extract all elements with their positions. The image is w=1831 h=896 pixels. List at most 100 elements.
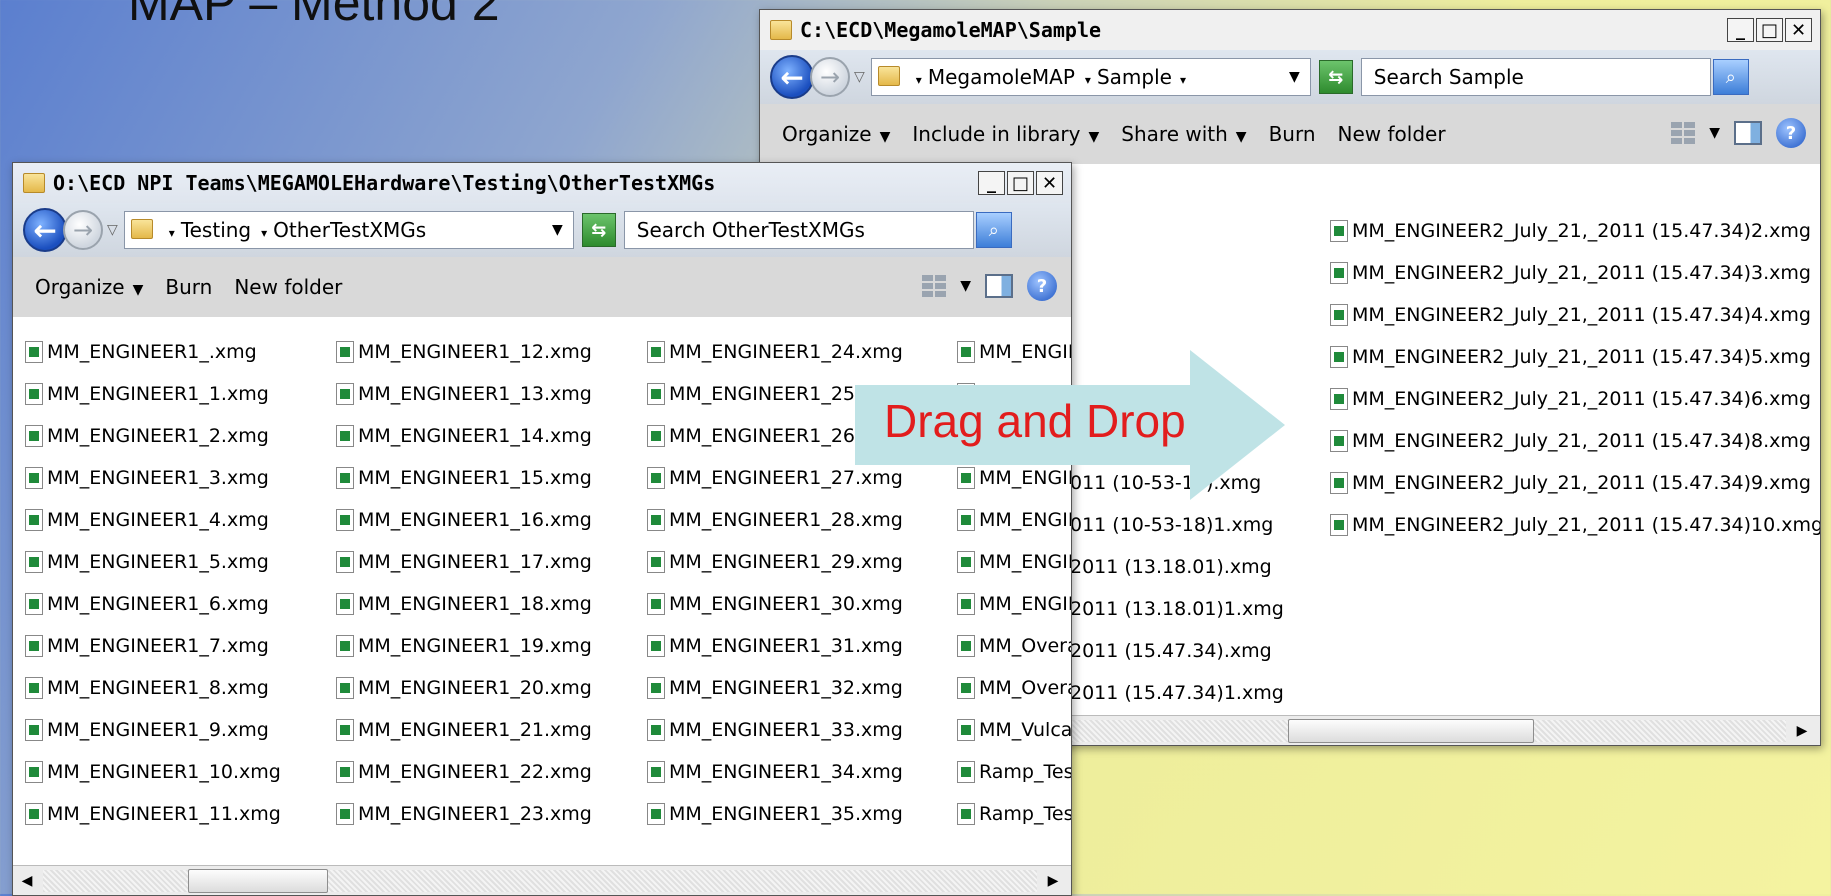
breadcrumb-item[interactable]: ▾ MegamoleMAP (916, 65, 1075, 89)
preview-pane-icon[interactable] (1734, 121, 1762, 145)
file-item[interactable]: MM_ENGINEER1_9.xmg (25, 715, 269, 745)
file-item[interactable]: MM_ENGINEER2_July_21,_2011 (15.47.34)8.x… (1330, 426, 1811, 456)
maximize-button[interactable]: □ (1007, 171, 1034, 195)
chevron-down-icon[interactable]: ▼ (552, 222, 563, 238)
chevron-down-icon[interactable]: ▼ (1289, 69, 1300, 85)
scroll-right-arrow-icon[interactable]: ▶ (1039, 867, 1067, 895)
file-item[interactable]: MM_ENGINEER1_23.xmg (336, 799, 592, 829)
file-item[interactable]: MM_ENGINEER1_40.xmg (957, 505, 1071, 535)
file-item[interactable]: MM_ENGINEER1_12.xmg (336, 337, 592, 367)
file-item[interactable]: MM_ENGINEER1_8.xmg (25, 673, 269, 703)
explorer-window-othertestxmgs[interactable]: O:\ECD NPI Teams\MEGAMOLEHardware\Testin… (12, 162, 1072, 896)
recent-pages-chevron-icon[interactable]: ▽ (854, 69, 865, 85)
file-item[interactable]: MM_ENGINEER1_10.xmg (25, 757, 281, 787)
scrollbar-thumb[interactable] (1288, 719, 1534, 743)
file-item[interactable]: MM_ENGINEER1_42.xmg (957, 589, 1071, 619)
file-item[interactable]: MM_ENGINEER1_7.xmg (25, 631, 269, 661)
address-bar[interactable]: ▾ Testing ▾ OtherTestXMGs ▼ (123, 211, 574, 249)
file-item[interactable]: MM_ENGINEER2_July_21,_2011 (15.47.34)4.x… (1330, 300, 1811, 330)
organize-menu[interactable]: Organize ▼ (35, 275, 143, 299)
file-item[interactable]: MM_ENGINEER1_20.xmg (336, 673, 592, 703)
file-item[interactable]: MM_ENGINEER1_4.xmg (25, 505, 269, 535)
refresh-icon[interactable]: ⇆ (581, 213, 616, 247)
share-with-menu[interactable]: Share with ▼ (1121, 122, 1246, 146)
file-item[interactable]: MM_Overall2.xmg (957, 673, 1071, 703)
file-item[interactable]: MM_ENGINEER1_1.xmg (25, 379, 269, 409)
file-item[interactable]: MM_ENGINEER1_17.xmg (336, 547, 592, 577)
chevron-down-icon[interactable]: ▼ (960, 278, 971, 294)
file-item[interactable]: MM_ENGINEER2_July_21,_2011 (15.47.34)3.x… (1330, 258, 1811, 288)
file-item[interactable]: Ramp_Test2.xmg (957, 799, 1071, 829)
burn-button[interactable]: Burn (165, 275, 212, 299)
search-input[interactable]: Search Sample (1360, 58, 1711, 96)
file-name-partial[interactable]: 011 (10-53-18)1.xmg (1070, 510, 1273, 540)
file-item[interactable]: MM_ENGINEER1_35.xmg (647, 799, 903, 829)
file-item[interactable]: MM_ENGINEER2_July_21,_2011 (15.47.34)9.x… (1330, 468, 1811, 498)
change-view-icon[interactable] (922, 275, 947, 297)
search-input[interactable]: Search OtherTestXMGs (623, 211, 974, 249)
file-item[interactable]: Ramp_Test1.xmg (957, 757, 1071, 787)
horizontal-scrollbar[interactable]: ◀ ▶ (13, 865, 1071, 895)
search-icon[interactable]: ⌕ (975, 212, 1012, 248)
file-name-partial[interactable]: 2011 (13.18.01)1.xmg (1070, 594, 1284, 624)
file-item[interactable]: MM_ENGINEER1_28.xmg (647, 505, 903, 535)
file-item[interactable]: MM_ENGINEER1_31.xmg (647, 631, 903, 661)
file-item[interactable]: MM_ENGINEER1_32.xmg (647, 673, 903, 703)
search-icon[interactable]: ⌕ (1712, 59, 1749, 95)
file-name-partial[interactable]: 2011 (13.18.01).xmg (1070, 552, 1272, 582)
scroll-left-arrow-icon[interactable]: ◀ (13, 867, 41, 895)
new-folder-button[interactable]: New folder (234, 275, 342, 299)
file-item[interactable]: MM_ENGINEER1_29.xmg (647, 547, 903, 577)
scrollbar-thumb[interactable] (188, 869, 328, 893)
preview-pane-icon[interactable] (985, 274, 1013, 298)
file-item[interactable]: MM_ENGINEER1_11.xmg (25, 799, 281, 829)
file-item[interactable]: MM_ENGINEER2_July_21,_2011 (15.47.34)2.x… (1330, 216, 1811, 246)
include-in-library-menu[interactable]: Include in library ▼ (912, 122, 1099, 146)
help-icon[interactable]: ? (1776, 118, 1806, 148)
file-item[interactable]: MM_ENGINEER1_33.xmg (647, 715, 903, 745)
back-arrow-icon[interactable]: ← (23, 208, 67, 252)
file-item[interactable]: MM_ENGINEER2_July_21,_2011 (15.47.34)5.x… (1330, 342, 1811, 372)
file-name-partial[interactable]: 2011 (15.47.34).xmg (1070, 636, 1272, 666)
new-folder-button[interactable]: New folder (1338, 122, 1446, 146)
close-button[interactable]: ✕ (1036, 171, 1063, 195)
forward-arrow-icon[interactable]: → (63, 210, 103, 250)
file-item[interactable]: MM_ENGINEER1_14.xmg (336, 421, 592, 451)
window-titlebar[interactable]: O:\ECD NPI Teams\MEGAMOLEHardware\Testin… (13, 163, 1071, 203)
file-item[interactable]: MM_ENGINEER1_13.xmg (336, 379, 592, 409)
minimize-button[interactable]: _ (978, 171, 1005, 195)
window-titlebar[interactable]: C:\ECD\MegamoleMAP\Sample _ □ ✕ (760, 10, 1820, 50)
file-item[interactable]: MM_ENGINEER1_5.xmg (25, 547, 269, 577)
breadcrumb-item[interactable]: ▾ Sample ▾ (1085, 65, 1192, 89)
scroll-right-arrow-icon[interactable]: ▶ (1788, 717, 1816, 745)
file-item[interactable]: MM_Vulcan.xmg (957, 715, 1071, 745)
minimize-button[interactable]: _ (1727, 18, 1754, 42)
refresh-icon[interactable]: ⇆ (1318, 60, 1353, 94)
file-item[interactable]: MM_ENGINEER1_34.xmg (647, 757, 903, 787)
file-item[interactable]: MM_ENGINEER1_15.xmg (336, 463, 592, 493)
file-item[interactable]: MM_ENGINEER1_19.xmg (336, 631, 592, 661)
organize-menu[interactable]: Organize ▼ (782, 122, 890, 146)
chevron-down-icon[interactable]: ▼ (1709, 125, 1720, 141)
change-view-icon[interactable] (1671, 122, 1696, 144)
file-item[interactable]: MM_ENGINEER1_30.xmg (647, 589, 903, 619)
recent-pages-chevron-icon[interactable]: ▽ (107, 222, 118, 238)
file-item[interactable]: MM_ENGINEER1_6.xmg (25, 589, 269, 619)
file-item[interactable]: MM_ENGINEER1_2.xmg (25, 421, 269, 451)
file-item[interactable]: MM_ENGINEER1_22.xmg (336, 757, 592, 787)
file-item[interactable]: MM_Overall1.xmg (957, 631, 1071, 661)
breadcrumb-item[interactable]: ▾ Testing (169, 218, 251, 242)
file-item[interactable]: MM_ENGINEER2_July_21,_2011 (15.47.34)6.x… (1330, 384, 1811, 414)
breadcrumb-item[interactable]: ▾ OtherTestXMGs (261, 218, 426, 242)
burn-button[interactable]: Burn (1269, 122, 1316, 146)
address-bar[interactable]: ▾ MegamoleMAP ▾ Sample ▾ ▼ (870, 58, 1311, 96)
forward-arrow-icon[interactable]: → (810, 57, 850, 97)
file-item[interactable]: MM_ENGINEER1_3.xmg (25, 463, 269, 493)
file-item[interactable]: MM_ENGINEER1_18.xmg (336, 589, 592, 619)
file-item[interactable]: MM_ENGINEER1_16.xmg (336, 505, 592, 535)
file-item[interactable]: MM_ENGINEER2_July_21,_2011 (15.47.34)10.… (1330, 510, 1820, 540)
file-item[interactable]: MM_ENGINEER1_41.xmg (957, 547, 1071, 577)
maximize-button[interactable]: □ (1756, 18, 1783, 42)
help-icon[interactable]: ? (1027, 271, 1057, 301)
file-name-partial[interactable]: 2011 (15.47.34)1.xmg (1070, 678, 1284, 708)
